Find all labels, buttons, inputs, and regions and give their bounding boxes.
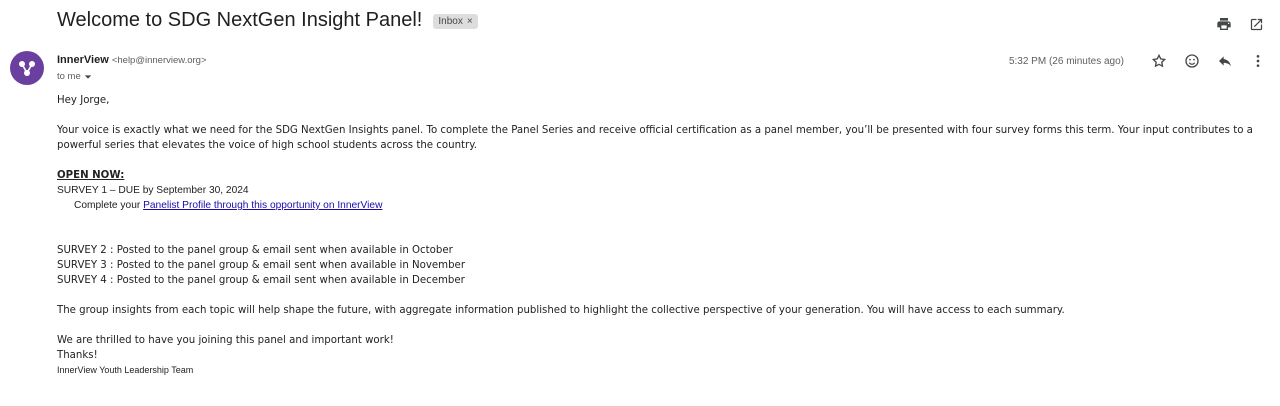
thrilled-line: We are thrilled to have you joining this… — [57, 335, 394, 346]
insights-paragraph: The group insights from each topic will … — [57, 305, 1065, 316]
inbox-label-text: Inbox — [438, 16, 463, 27]
timestamp: 5:32 PM (26 minutes ago) — [1008, 55, 1124, 67]
subject-row: Welcome to SDG NextGen Insight Panel! In… — [57, 9, 478, 32]
survey-1-detail: Complete your Panelist Profile through t… — [57, 198, 1267, 213]
avatar — [10, 51, 44, 85]
survey-1-line: SURVEY 1 – DUE by September 30, 2024 — [57, 185, 249, 196]
thanks-line: Thanks! — [57, 350, 98, 361]
top-actions — [1214, 14, 1266, 34]
intro-paragraph: Your voice is exactly what we need for t… — [57, 125, 1253, 151]
survey-1-prefix: Complete your — [74, 200, 144, 211]
more-vertical-icon[interactable] — [1248, 52, 1268, 70]
survey-3-line: SURVEY 3 : Posted to the panel group & e… — [57, 260, 466, 271]
recipient-text: to me — [57, 71, 81, 82]
survey-4-line: SURVEY 4 : Posted to the panel group & e… — [57, 275, 465, 286]
reply-icon[interactable] — [1215, 52, 1235, 70]
greeting: Hey Jorge, — [57, 95, 110, 106]
inbox-label-chip[interactable]: Inbox × — [433, 14, 478, 29]
remove-label-button[interactable]: × — [467, 16, 473, 27]
emoji-icon[interactable] — [1182, 52, 1202, 70]
survey-2-line: SURVEY 2 : Posted to the panel group & e… — [57, 245, 453, 256]
email-subject: Welcome to SDG NextGen Insight Panel! — [57, 9, 423, 31]
message-meta: 5:32 PM (26 minutes ago) — [1009, 52, 1268, 70]
sender-email: <help@innerview.org> — [111, 55, 207, 66]
email-body: Hey Jorge, Your voice is exactly what we… — [57, 93, 1267, 378]
star-icon[interactable] — [1149, 52, 1169, 70]
recipient-toggle[interactable]: to me — [57, 71, 92, 82]
sender-name: InnerView — [57, 54, 109, 66]
open-now-heading: OPEN NOW: — [57, 170, 125, 181]
sender-info: InnerView <help@innerview.org> — [57, 54, 207, 66]
signature: InnerView Youth Leadership Team — [57, 365, 194, 375]
print-icon[interactable] — [1214, 14, 1234, 34]
panelist-profile-link[interactable]: Panelist Profile through this opportunit… — [143, 200, 382, 211]
innerview-logo-icon — [19, 61, 35, 76]
caret-down-icon — [84, 74, 91, 79]
open-in-new-window-icon[interactable] — [1246, 14, 1266, 34]
